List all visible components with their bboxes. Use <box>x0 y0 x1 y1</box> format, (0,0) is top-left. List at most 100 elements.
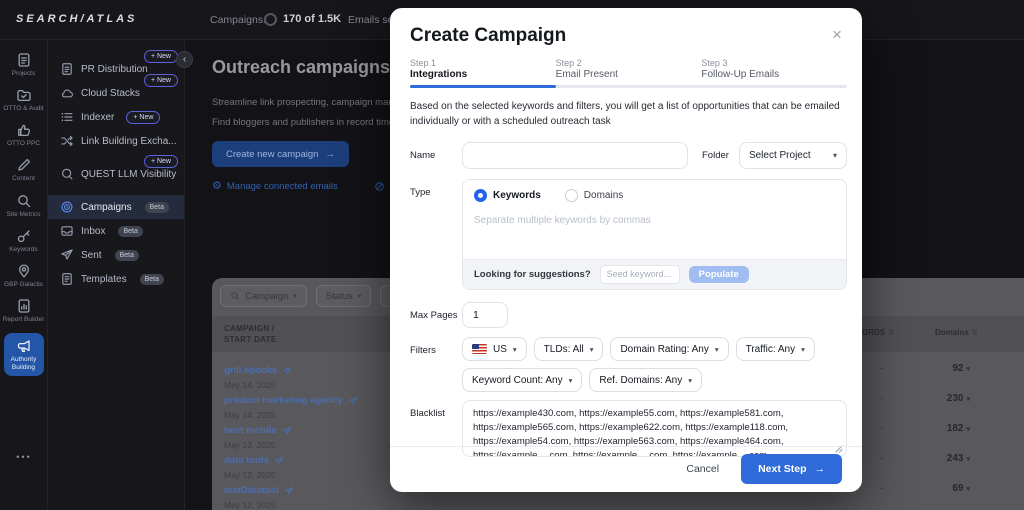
cancel-button[interactable]: Cancel <box>686 463 719 475</box>
domains-cell-dropdown[interactable]: 230▾ <box>902 393 970 404</box>
keywords-textarea[interactable]: Separate multiple keywords by commas <box>463 209 846 259</box>
campaign-send-icon <box>284 486 294 496</box>
chevron-down-icon: ▾ <box>966 426 970 433</box>
manage-connected-emails-link[interactable]: ⚙ Manage connected emails <box>212 181 338 192</box>
create-campaign-modal: × Create Campaign Step 1 Integrations St… <box>390 8 862 492</box>
new-badge: + New <box>144 155 178 168</box>
sidebar-item-label: Sent <box>81 250 102 261</box>
target-icon <box>60 200 74 214</box>
filter-dropdown[interactable]: Keyword Count: Any ▾ <box>462 368 582 392</box>
filters-label: Filters <box>410 337 462 356</box>
wizard-step[interactable]: Step 3 Follow-Up Emails <box>701 58 847 80</box>
sort-icon: ⇅ <box>888 328 894 337</box>
table-filter-dropdown[interactable]: Status ▾ <box>316 285 371 307</box>
sidebar-item[interactable]: Campaigns Beta <box>48 195 184 219</box>
keywords-cell: - <box>867 483 897 494</box>
filter-dropdown[interactable]: US ▾ <box>462 337 527 361</box>
key-icon <box>16 228 32 244</box>
create-new-campaign-button[interactable]: Create new campaign → <box>212 141 349 167</box>
rail-nav-item[interactable]: Report Builder <box>2 298 46 324</box>
campaign-name-link[interactable]: best mobile <box>224 425 292 436</box>
sidebar-item[interactable]: Templates Beta <box>48 267 184 291</box>
campaign-name-link[interactable]: data tools <box>224 455 284 466</box>
folder-check-icon <box>16 87 32 103</box>
domains-radio[interactable]: Domains <box>565 189 623 202</box>
filter-dropdown[interactable]: Traffic: Any ▾ <box>736 337 815 361</box>
chevron-down-icon: ▾ <box>688 376 692 385</box>
name-input[interactable] <box>462 142 688 169</box>
rail-item-label: Report Builder <box>3 316 45 324</box>
populate-button[interactable]: Populate <box>689 266 749 283</box>
filter-dropdown[interactable]: Ref. Domains: Any ▾ <box>589 368 702 392</box>
map-pin-icon <box>16 263 32 279</box>
sidebar-item[interactable]: Indexer + New <box>48 105 184 129</box>
close-icon[interactable]: × <box>827 25 847 45</box>
domains-cell-dropdown[interactable]: 182▾ <box>902 423 970 434</box>
rail-item-label: Content <box>12 175 35 183</box>
rail-item-label: OTTO PPC <box>7 140 40 148</box>
sidebar-item-label: Inbox <box>81 226 105 237</box>
filter-dropdown[interactable]: TLDs: All ▾ <box>534 337 604 361</box>
radio-selected-icon <box>474 189 487 202</box>
suggestions-bar: Looking for suggestions? Seed keyword...… <box>463 259 846 289</box>
wizard-step[interactable]: Step 1 Integrations <box>410 58 556 80</box>
keywords-cell: - <box>867 423 897 434</box>
sidebar-item[interactable]: Sent Beta <box>48 243 184 267</box>
table-filter-dropdown[interactable]: Campaign ▾ <box>220 285 307 307</box>
rail-nav-item[interactable]: Authority Building <box>4 333 44 376</box>
domains-cell-dropdown[interactable]: 243▾ <box>902 453 970 464</box>
rail-nav-item[interactable]: Projects <box>2 52 46 78</box>
sidebar-collapse-button[interactable]: ‹ <box>176 51 193 68</box>
page-title: Outreach campaigns <box>212 57 390 78</box>
rail-nav-item[interactable]: Content <box>2 157 46 183</box>
folder-select[interactable]: Select Project ▾ <box>739 142 847 169</box>
rail-nav-item[interactable]: GBP Galactic <box>2 263 46 289</box>
suggestions-label: Looking for suggestions? <box>474 269 591 280</box>
campaign-send-icon <box>274 456 284 466</box>
sidebar-item[interactable]: QUEST LLM Visibility + New <box>48 162 184 186</box>
rail-nav-item[interactable]: Keywords <box>2 228 46 254</box>
sidebar-item[interactable]: Inbox Beta <box>48 219 184 243</box>
rail-nav-item[interactable]: OTTO PPC <box>2 122 46 148</box>
rail-more-button[interactable]: ••• <box>0 452 48 462</box>
campaign-name-link[interactable]: product marketing agency <box>224 395 358 406</box>
seed-keyword-input[interactable]: Seed keyword... <box>600 265 680 284</box>
report-icon <box>16 298 32 314</box>
arrow-right-icon: → <box>815 463 826 475</box>
wizard-step[interactable]: Step 2 Email Present <box>556 58 702 80</box>
column-header-domains[interactable]: Domains⇅ <box>935 328 978 337</box>
chevron-down-icon: ▾ <box>715 345 719 354</box>
sidebar-item[interactable]: Cloud Stacks + New <box>48 81 184 105</box>
sidebar-item-label: Templates <box>81 274 127 285</box>
thumbs-up-icon <box>16 122 32 138</box>
column-header-campaign[interactable]: CAMPAIGN / START DATE <box>224 323 276 345</box>
template-icon <box>60 272 74 286</box>
domains-cell-dropdown[interactable]: 92▾ <box>902 363 970 374</box>
slash-circle-icon <box>374 181 385 192</box>
campaign-name-link[interactable]: testDatatool <box>224 485 294 496</box>
chevron-down-icon: ▾ <box>833 151 837 160</box>
new-badge: + New <box>144 74 178 87</box>
pencil-icon <box>16 157 32 173</box>
domains-cell-dropdown[interactable]: 69▾ <box>902 483 970 494</box>
rail-nav-item[interactable]: OTTO & Audit <box>2 87 46 113</box>
campaign-name-link[interactable]: grill ebooks <box>224 365 292 376</box>
campaigns-usage-label: Campaigns: <box>210 14 266 26</box>
blacklist-label: Blacklist <box>410 400 462 419</box>
keywords-radio[interactable]: Keywords <box>474 189 541 202</box>
search-icon <box>16 193 32 209</box>
beta-badge: Beta <box>118 226 142 237</box>
next-step-button[interactable]: Next Step → <box>741 454 842 484</box>
chevron-down-icon: ▾ <box>293 292 297 300</box>
cloud-icon <box>60 86 74 100</box>
campaign-send-icon <box>282 366 292 376</box>
sidebar-item[interactable]: Link Building Excha... <box>48 129 184 153</box>
step-progress-bar <box>410 85 847 88</box>
chevron-down-icon: ▾ <box>966 456 970 463</box>
rail-nav-item[interactable]: Site Metrics <box>2 193 46 219</box>
filter-dropdown[interactable]: Domain Rating: Any ▾ <box>610 337 728 361</box>
modal-title: Create Campaign <box>410 25 847 47</box>
rail-item-label: Authority Building <box>5 356 43 372</box>
max-pages-input[interactable]: 1 <box>462 302 508 328</box>
list-icon <box>60 110 74 124</box>
